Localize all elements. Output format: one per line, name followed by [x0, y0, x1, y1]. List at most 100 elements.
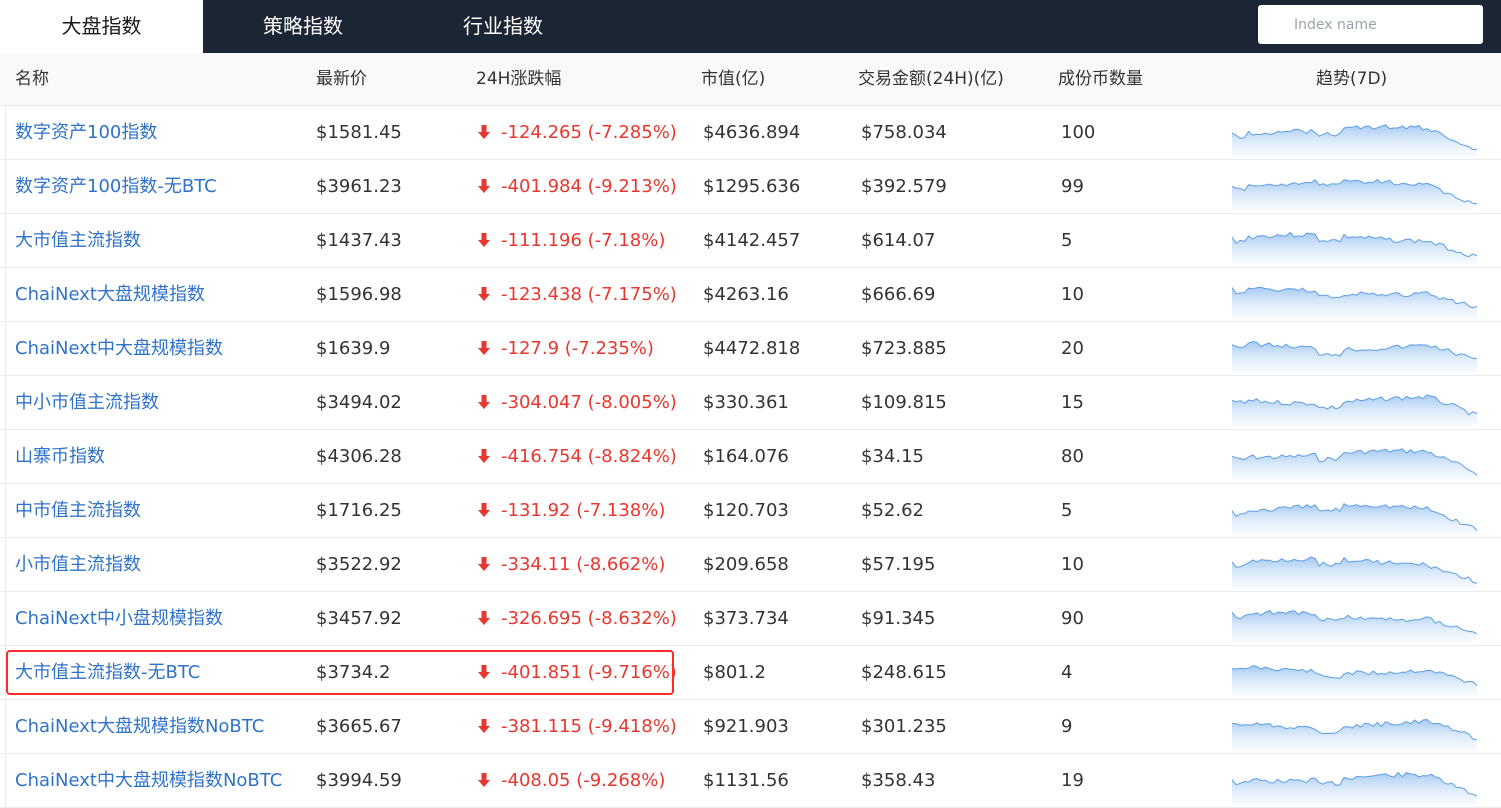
arrow-down-icon — [478, 611, 490, 625]
trading-volume-24h: $358.43 — [861, 770, 936, 791]
index-name-link[interactable]: ChaiNext中小盘规模指数 — [15, 592, 223, 645]
tab-strategy-index[interactable]: 策略指数 — [203, 0, 403, 53]
index-name-link[interactable]: 大市值主流指数 — [15, 214, 141, 267]
constituent-count: 5 — [1061, 500, 1073, 521]
change-24h: -401.984 (-9.213%) — [501, 176, 677, 197]
arrow-down-icon — [478, 125, 490, 139]
index-name-link[interactable]: 数字资产100指数-无BTC — [15, 160, 217, 213]
sparkline-icon — [1232, 556, 1477, 588]
table-row[interactable]: 大市值主流指数-无BTC $3734.2 -401.851 (-9.716%) $80… — [0, 646, 1501, 700]
constituent-count: 15 — [1061, 392, 1084, 413]
latest-price: $1639.9 — [316, 338, 391, 359]
index-name-link[interactable]: ChaiNext大盘规模指数 — [15, 268, 205, 321]
constituent-count: 10 — [1061, 284, 1084, 305]
constituent-count: 9 — [1061, 716, 1073, 737]
latest-price: $3494.02 — [316, 392, 402, 413]
trading-volume-24h: $248.615 — [861, 662, 947, 683]
arrow-down-icon — [478, 287, 490, 301]
change-24h: -408.05 (-9.268%) — [501, 770, 666, 791]
change-24h: -124.265 (-7.285%) — [501, 122, 677, 143]
trading-volume-24h: $614.07 — [861, 230, 936, 251]
market-cap: $4472.818 — [703, 338, 801, 359]
arrow-down-icon — [478, 557, 490, 571]
column-header-market-cap[interactable]: 市值(亿) — [701, 53, 765, 106]
constituent-count: 90 — [1061, 608, 1084, 629]
index-name-link[interactable]: ChaiNext中大盘规模指数NoBTC — [15, 754, 282, 807]
index-name-link[interactable]: 数字资产100指数 — [15, 106, 157, 159]
sparkline-icon — [1232, 503, 1477, 534]
index-name-link[interactable]: 山寨币指数 — [15, 430, 105, 483]
market-cap: $373.734 — [703, 608, 789, 629]
change-24h: -304.047 (-8.005%) — [501, 392, 677, 413]
index-name-link[interactable]: 中市值主流指数 — [15, 484, 141, 537]
column-header-change[interactable]: 24H涨跌幅 — [476, 53, 561, 106]
top-nav-bar: 大盘指数 策略指数 行业指数 — [0, 0, 1501, 53]
table-row[interactable]: 中小市值主流指数 $3494.02 -304.047 (-8.005%) $330.3… — [0, 376, 1501, 430]
market-cap: $164.076 — [703, 446, 789, 467]
latest-price: $3734.2 — [316, 662, 391, 683]
arrow-down-icon — [478, 341, 490, 355]
change-24h: -326.695 (-8.632%) — [501, 608, 677, 629]
arrow-down-icon — [478, 233, 490, 247]
market-cap: $4142.457 — [703, 230, 801, 251]
sparkline-icon — [1232, 771, 1477, 804]
sparkline-icon — [1232, 448, 1477, 480]
arrow-down-icon — [478, 179, 490, 193]
change-24h: -401.851 (-9.716%) — [501, 662, 677, 683]
change-24h: -334.11 (-8.662%) — [501, 554, 666, 575]
table-row[interactable]: ChaiNext中大盘规模指数NoBTC $3994.59 -408.05 (-9.… — [0, 754, 1501, 808]
market-cap: $4636.894 — [703, 122, 801, 143]
table-header: 名称 最新价 24H涨跌幅 市值(亿) 交易金额(24H)(亿) 成份币数量 趋… — [0, 53, 1501, 106]
sparkline-icon — [1232, 286, 1477, 318]
trading-volume-24h: $758.034 — [861, 122, 947, 143]
change-24h: -416.754 (-8.824%) — [501, 446, 677, 467]
column-header-trend: 趋势(7D) — [1316, 69, 1388, 89]
table-row[interactable]: ChaiNext大盘规模指数NoBTC $3665.67 -381.115 (-9.… — [0, 700, 1501, 754]
constituent-count: 80 — [1061, 446, 1084, 467]
constituent-count: 99 — [1061, 176, 1084, 197]
latest-price: $1716.25 — [316, 500, 402, 521]
sparkline-icon — [1232, 124, 1477, 156]
table-row[interactable]: ChaiNext中小盘规模指数 $3457.92 -326.695 (-8.632%… — [0, 592, 1501, 646]
table-row[interactable]: ChaiNext大盘规模指数 $1596.98 -123.438 (-7.175%)… — [0, 268, 1501, 322]
table-row[interactable]: 大市值主流指数 $1437.43 -111.196 (-7.18%) $4142.45… — [0, 214, 1501, 268]
index-name-link[interactable]: ChaiNext中大盘规模指数 — [15, 322, 223, 375]
market-cap: $1295.636 — [703, 176, 801, 197]
column-header-volume[interactable]: 交易金额(24H)(亿) — [858, 53, 1004, 106]
index-name-link[interactable]: 大市值主流指数-无BTC — [15, 646, 200, 699]
index-name-link[interactable]: 小市值主流指数 — [15, 538, 141, 591]
column-header-price[interactable]: 最新价 — [316, 53, 367, 106]
sparkline-icon — [1232, 665, 1477, 696]
latest-price: $4306.28 — [316, 446, 402, 467]
constituent-count: 100 — [1061, 122, 1096, 143]
table-row[interactable]: ChaiNext中大盘规模指数 $1639.9 -127.9 (-7.235%) $4… — [0, 322, 1501, 376]
trading-volume-24h: $301.235 — [861, 716, 947, 737]
sparkline-icon — [1232, 178, 1477, 210]
column-header-name[interactable]: 名称 — [15, 53, 49, 106]
trading-volume-24h: $392.579 — [861, 176, 947, 197]
column-header-constituents[interactable]: 成份币数量 — [1058, 53, 1143, 106]
latest-price: $1581.45 — [316, 122, 402, 143]
table-row[interactable]: 小市值主流指数 $3522.92 -334.11 (-8.662%) $209.658… — [0, 538, 1501, 592]
sparkline-icon — [1232, 610, 1477, 642]
index-name-link[interactable]: 中小市值主流指数 — [15, 376, 159, 429]
tab-industry-index[interactable]: 行业指数 — [403, 0, 603, 53]
arrow-down-icon — [478, 665, 490, 679]
change-24h: -111.196 (-7.18%) — [501, 230, 666, 251]
index-name-link[interactable]: ChaiNext大盘规模指数NoBTC — [15, 700, 264, 753]
latest-price: $1596.98 — [316, 284, 402, 305]
latest-price: $3994.59 — [316, 770, 402, 791]
constituent-count: 20 — [1061, 338, 1084, 359]
table-row[interactable]: 中市值主流指数 $1716.25 -131.92 (-7.138%) $120.703… — [0, 484, 1501, 538]
tab-large-cap-index[interactable]: 大盘指数 — [0, 0, 203, 53]
constituent-count: 19 — [1061, 770, 1084, 791]
latest-price: $3961.23 — [316, 176, 402, 197]
trading-volume-24h: $723.885 — [861, 338, 947, 359]
change-24h: -123.438 (-7.175%) — [501, 284, 677, 305]
table-row[interactable]: 数字资产100指数 $1581.45 -124.265 (-7.285%) $4636… — [0, 106, 1501, 160]
table-row[interactable]: 数字资产100指数-无BTC $3961.23 -401.984 (-9.213%)… — [0, 160, 1501, 214]
market-cap: $801.2 — [703, 662, 766, 683]
index-name-search-input[interactable] — [1258, 5, 1483, 44]
table-row[interactable]: 山寨币指数 $4306.28 -416.754 (-8.824%) $164.076 $… — [0, 430, 1501, 484]
constituent-count: 10 — [1061, 554, 1084, 575]
